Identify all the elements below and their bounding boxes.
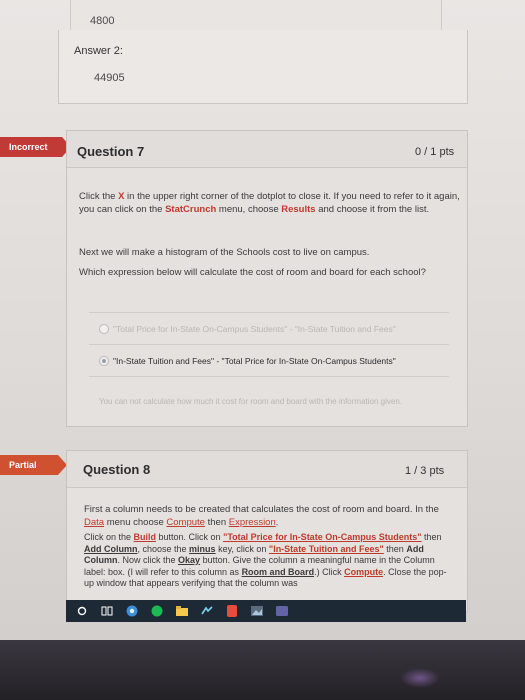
- question-8-title: Question 8: [83, 462, 151, 477]
- compute-text: Compute: [344, 566, 384, 577]
- answer-label: Answer 2:: [74, 45, 123, 57]
- previous-answer-value: 4800: [90, 15, 115, 27]
- results-text: Results: [281, 203, 316, 215]
- option-2-label[interactable]: "In-State Tuition and Fees" - "Total Pri…: [113, 356, 396, 366]
- file-explorer-icon[interactable]: [176, 605, 188, 617]
- spotify-icon[interactable]: [151, 605, 163, 617]
- option-3-label[interactable]: You can not calculate how much it cost f…: [99, 397, 402, 406]
- previous-answer-box: [70, 0, 442, 31]
- search-icon[interactable]: [76, 605, 88, 617]
- question-7-prompt: Which expression below will calculate th…: [79, 267, 426, 278]
- partial-flag: Partial: [0, 455, 67, 475]
- incorrect-flag: Incorrect: [0, 137, 71, 157]
- question-7-card: Question 7 0 / 1 pts Click the X in the …: [66, 130, 468, 427]
- question-7-context: Next we will make a histogram of the Sch…: [79, 247, 370, 258]
- answer-value: 44905: [94, 72, 125, 84]
- compute-link: Compute: [166, 516, 205, 528]
- option-divider: [89, 344, 449, 345]
- okay-button-text: Okay: [178, 555, 201, 565]
- in-state-column-text: "In-State Tuition and Fees": [268, 543, 384, 554]
- option-1-radio[interactable]: [99, 324, 109, 334]
- statcrunch-menu-text: StatCrunch: [165, 203, 217, 215]
- room-and-board-text: Room and Board: [241, 566, 315, 577]
- screen: 4800 Answer 2: 44905 Incorrect Question …: [0, 0, 525, 640]
- option-1-label[interactable]: "Total Price for In-State On-Campus Stud…: [113, 324, 396, 334]
- task-view-icon[interactable]: [101, 605, 113, 617]
- question-8-paragraph-1: First a column needs to be created that …: [84, 504, 439, 528]
- reflection-glow: [400, 668, 440, 688]
- question-8-paragraph-2: Click on the Build button. Click on "Tot…: [84, 532, 447, 588]
- option-2-radio[interactable]: [99, 356, 109, 366]
- expression-link: Expression: [228, 516, 276, 528]
- option-divider: [89, 376, 449, 377]
- taskbar: [66, 600, 466, 622]
- teams-icon[interactable]: [276, 605, 288, 617]
- minus-key-text: minus: [189, 543, 216, 554]
- tidal-icon[interactable]: [201, 605, 213, 617]
- question-7-title: Question 7: [77, 144, 145, 159]
- build-button-text: Build: [133, 532, 157, 542]
- total-price-column-text: "Total Price for In-State On-Campus Stud…: [223, 532, 422, 542]
- previous-question-card: [58, 30, 468, 104]
- question-8-points: 1 / 3 pts: [405, 465, 445, 477]
- monitor-bezel: [0, 640, 525, 700]
- chrome-icon[interactable]: [126, 605, 138, 617]
- question-7-points: 0 / 1 pts: [415, 146, 455, 158]
- question-7-instruction: Click the X in the upper right corner of…: [79, 191, 460, 215]
- option-divider: [89, 312, 449, 313]
- add-column-text: Add Column: [84, 543, 138, 554]
- photos-icon[interactable]: [251, 605, 263, 617]
- office-icon[interactable]: [226, 605, 238, 617]
- question-8-card: Question 8 1 / 3 pts First a column need…: [66, 450, 468, 612]
- data-menu-link: Data: [84, 516, 105, 528]
